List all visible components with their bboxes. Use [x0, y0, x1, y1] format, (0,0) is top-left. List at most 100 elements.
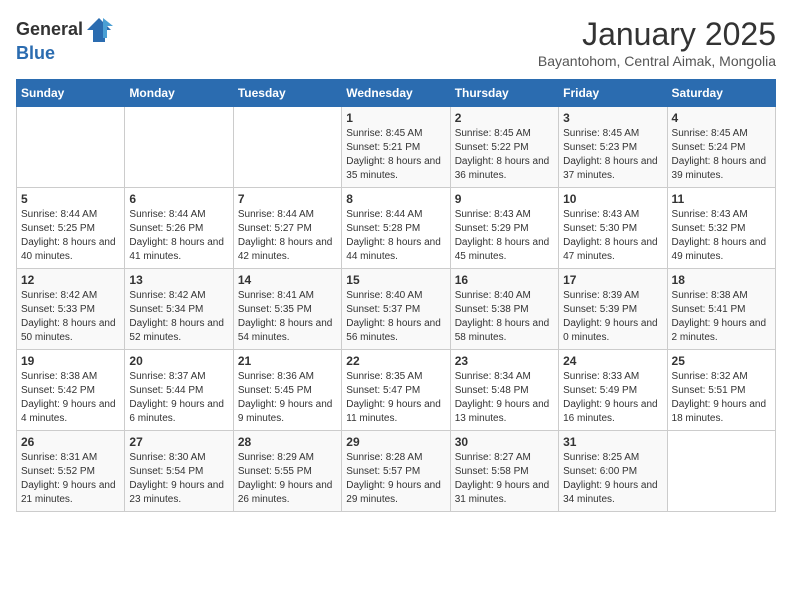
- calendar-cell: 27Sunrise: 8:30 AM Sunset: 5:54 PM Dayli…: [125, 431, 233, 512]
- week-row-5: 26 Sunrise: 8:31 AM Sunset: 5:52 PM Dayli…: [17, 431, 776, 512]
- column-header-sunday: Sunday: [17, 80, 125, 107]
- calendar-cell: 4 Sunrise: 8:45 AM Sunset: 5:24 PM Daylig…: [667, 107, 775, 188]
- day-number: 28: [238, 435, 337, 449]
- calendar-cell: 6 Sunrise: 8:44 AM Sunset: 5:26 PM Daylig…: [125, 188, 233, 269]
- week-row-1: 1 Sunrise: 8:45 AM Sunset: 5:21 PM Daylig…: [17, 107, 776, 188]
- day-number: 4: [672, 111, 771, 125]
- day-number: 19: [21, 354, 120, 368]
- day-number: 10: [563, 192, 662, 206]
- day-number: 6: [129, 192, 228, 206]
- calendar-cell: 11 Sunrise: 8:43 AM Sunset: 5:32 PM Dayli…: [667, 188, 775, 269]
- page-header: General Blue January 2025 Bayantohom, Ce…: [16, 16, 776, 69]
- day-info: Sunrise: 8:38 AM Sunset: 5:41 PM Dayligh…: [672, 289, 771, 345]
- week-row-4: 19Sunrise: 8:38 AM Sunset: 5:42 PM Dayli…: [17, 350, 776, 431]
- day-info: Sunrise: 8:41 AM Sunset: 5:35 PM Dayligh…: [238, 289, 337, 345]
- day-number: 1: [346, 111, 445, 125]
- title-block: January 2025 Bayantohom, Central Aimak, …: [538, 16, 776, 69]
- calendar-cell: 24 Sunrise: 8:33 AM Sunset: 5:49 PM Dayli…: [559, 350, 667, 431]
- day-info: Sunrise: 8:31 AM Sunset: 5:52 PM Dayligh…: [21, 451, 120, 507]
- calendar-cell: 26 Sunrise: 8:31 AM Sunset: 5:52 PM Dayli…: [17, 431, 125, 512]
- day-info: Sunrise: 8:37 AM Sunset: 5:44 PM Dayligh…: [129, 370, 228, 426]
- calendar-cell: [233, 107, 341, 188]
- calendar-cell: 18 Sunrise: 8:38 AM Sunset: 5:41 PM Dayli…: [667, 269, 775, 350]
- day-info: Sunrise: 8:44 AM Sunset: 5:26 PM Dayligh…: [129, 208, 228, 264]
- day-number: 2: [455, 111, 554, 125]
- day-number: 15: [346, 273, 445, 287]
- day-number: 13: [129, 273, 228, 287]
- calendar-cell: 25Sunrise: 8:32 AM Sunset: 5:51 PM Dayli…: [667, 350, 775, 431]
- calendar-cell: 29 Sunrise: 8:28 AM Sunset: 5:57 PM Dayli…: [342, 431, 450, 512]
- day-number: 11: [672, 192, 771, 206]
- day-info: Sunrise: 8:45 AM Sunset: 5:21 PM Dayligh…: [346, 127, 445, 183]
- calendar-cell: 8 Sunrise: 8:44 AM Sunset: 5:28 PM Daylig…: [342, 188, 450, 269]
- day-number: 26: [21, 435, 120, 449]
- calendar-cell: 7 Sunrise: 8:44 AM Sunset: 5:27 PM Daylig…: [233, 188, 341, 269]
- calendar-cell: 9 Sunrise: 8:43 AM Sunset: 5:29 PM Daylig…: [450, 188, 558, 269]
- day-info: Sunrise: 8:44 AM Sunset: 5:28 PM Dayligh…: [346, 208, 445, 264]
- day-number: 17: [563, 273, 662, 287]
- calendar-cell: 13 Sunrise: 8:42 AM Sunset: 5:34 PM Dayli…: [125, 269, 233, 350]
- day-info: Sunrise: 8:33 AM Sunset: 5:49 PM Dayligh…: [563, 370, 662, 426]
- day-number: 24: [563, 354, 662, 368]
- calendar-cell: 14 Sunrise: 8:41 AM Sunset: 5:35 PM Dayli…: [233, 269, 341, 350]
- day-info: Sunrise: 8:45 AM Sunset: 5:24 PM Dayligh…: [672, 127, 771, 183]
- day-info: Sunrise: 8:42 AM Sunset: 5:34 PM Dayligh…: [129, 289, 228, 345]
- day-info: Sunrise: 8:29 AM Sunset: 5:55 PM Dayligh…: [238, 451, 337, 507]
- day-info: Sunrise: 8:25 AM Sunset: 6:00 PM Dayligh…: [563, 451, 662, 507]
- day-number: 5: [21, 192, 120, 206]
- logo-blue: Blue: [16, 44, 113, 64]
- calendar-cell: 10 Sunrise: 8:43 AM Sunset: 5:30 PM Dayli…: [559, 188, 667, 269]
- month-year-title: January 2025: [538, 16, 776, 53]
- day-info: Sunrise: 8:35 AM Sunset: 5:47 PM Dayligh…: [346, 370, 445, 426]
- logo: General Blue: [16, 16, 113, 64]
- day-info: Sunrise: 8:28 AM Sunset: 5:57 PM Dayligh…: [346, 451, 445, 507]
- calendar-cell: 5Sunrise: 8:44 AM Sunset: 5:25 PM Daylig…: [17, 188, 125, 269]
- week-row-2: 5Sunrise: 8:44 AM Sunset: 5:25 PM Daylig…: [17, 188, 776, 269]
- logo-icon: [85, 16, 113, 44]
- day-info: Sunrise: 8:43 AM Sunset: 5:32 PM Dayligh…: [672, 208, 771, 264]
- logo-general: General: [16, 20, 83, 40]
- day-info: Sunrise: 8:40 AM Sunset: 5:37 PM Dayligh…: [346, 289, 445, 345]
- day-number: 16: [455, 273, 554, 287]
- day-info: Sunrise: 8:43 AM Sunset: 5:30 PM Dayligh…: [563, 208, 662, 264]
- calendar-cell: 17 Sunrise: 8:39 AM Sunset: 5:39 PM Dayli…: [559, 269, 667, 350]
- day-number: 27: [129, 435, 228, 449]
- day-info: Sunrise: 8:27 AM Sunset: 5:58 PM Dayligh…: [455, 451, 554, 507]
- day-number: 30: [455, 435, 554, 449]
- column-header-tuesday: Tuesday: [233, 80, 341, 107]
- calendar-cell: 1 Sunrise: 8:45 AM Sunset: 5:21 PM Daylig…: [342, 107, 450, 188]
- day-info: Sunrise: 8:44 AM Sunset: 5:27 PM Dayligh…: [238, 208, 337, 264]
- week-row-3: 12Sunrise: 8:42 AM Sunset: 5:33 PM Dayli…: [17, 269, 776, 350]
- day-number: 7: [238, 192, 337, 206]
- day-number: 20: [129, 354, 228, 368]
- day-info: Sunrise: 8:43 AM Sunset: 5:29 PM Dayligh…: [455, 208, 554, 264]
- day-number: 31: [563, 435, 662, 449]
- calendar-cell: 20 Sunrise: 8:37 AM Sunset: 5:44 PM Dayli…: [125, 350, 233, 431]
- calendar-table: SundayMondayTuesdayWednesdayThursdayFrid…: [16, 79, 776, 512]
- day-info: Sunrise: 8:45 AM Sunset: 5:23 PM Dayligh…: [563, 127, 662, 183]
- calendar-cell: 22Sunrise: 8:35 AM Sunset: 5:47 PM Dayli…: [342, 350, 450, 431]
- day-number: 29: [346, 435, 445, 449]
- day-info: Sunrise: 8:36 AM Sunset: 5:45 PM Dayligh…: [238, 370, 337, 426]
- location-subtitle: Bayantohom, Central Aimak, Mongolia: [538, 53, 776, 69]
- column-header-saturday: Saturday: [667, 80, 775, 107]
- day-number: 14: [238, 273, 337, 287]
- day-number: 9: [455, 192, 554, 206]
- day-info: Sunrise: 8:32 AM Sunset: 5:51 PM Dayligh…: [672, 370, 771, 426]
- day-info: Sunrise: 8:34 AM Sunset: 5:48 PM Dayligh…: [455, 370, 554, 426]
- calendar-cell: [667, 431, 775, 512]
- calendar-cell: 2 Sunrise: 8:45 AM Sunset: 5:22 PM Daylig…: [450, 107, 558, 188]
- day-number: 18: [672, 273, 771, 287]
- column-header-thursday: Thursday: [450, 80, 558, 107]
- calendar-cell: 3Sunrise: 8:45 AM Sunset: 5:23 PM Daylig…: [559, 107, 667, 188]
- calendar-cell: 12Sunrise: 8:42 AM Sunset: 5:33 PM Dayli…: [17, 269, 125, 350]
- day-info: Sunrise: 8:39 AM Sunset: 5:39 PM Dayligh…: [563, 289, 662, 345]
- day-number: 8: [346, 192, 445, 206]
- calendar-cell: 31 Sunrise: 8:25 AM Sunset: 6:00 PM Dayli…: [559, 431, 667, 512]
- calendar-cell: [125, 107, 233, 188]
- calendar-cell: 23Sunrise: 8:34 AM Sunset: 5:48 PM Dayli…: [450, 350, 558, 431]
- day-info: Sunrise: 8:45 AM Sunset: 5:22 PM Dayligh…: [455, 127, 554, 183]
- calendar-cell: 16Sunrise: 8:40 AM Sunset: 5:38 PM Dayli…: [450, 269, 558, 350]
- day-number: 12: [21, 273, 120, 287]
- calendar-cell: 19Sunrise: 8:38 AM Sunset: 5:42 PM Dayli…: [17, 350, 125, 431]
